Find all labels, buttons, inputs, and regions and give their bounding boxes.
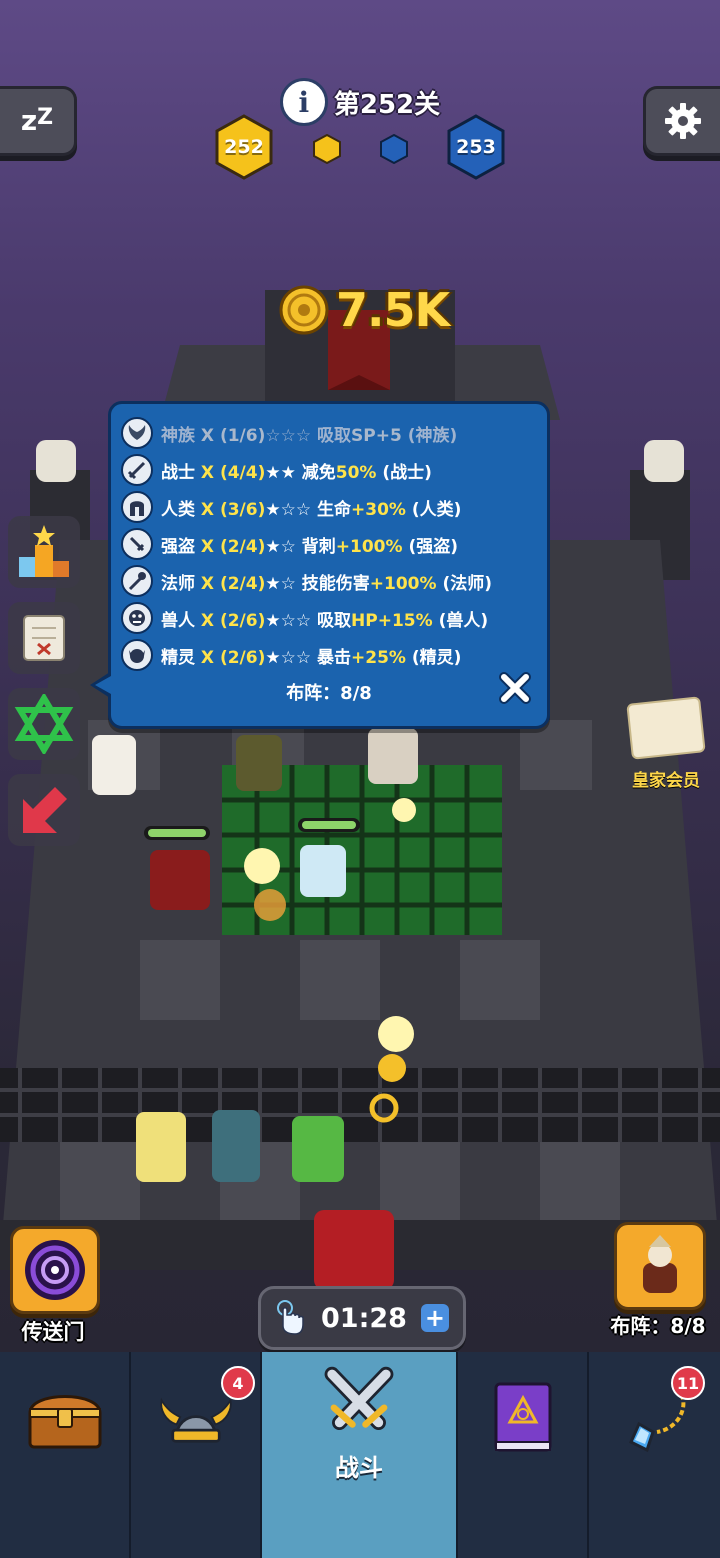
synergy-row-elf: 精灵 X (2/6)★☆☆ 暴击+25% (精灵) [121,638,461,672]
skull-left [36,440,76,482]
collapse-button[interactable] [8,774,80,846]
royal-card-icon [626,696,706,760]
dagger-icon [121,528,153,560]
hero-avatar-icon [643,1235,677,1293]
scroll-icon [23,615,65,661]
progress-hex-blue [380,134,408,164]
formation-button[interactable] [614,1222,706,1310]
synergy-row-bandit: 强盗 X (2/4)★☆ 背刺+100% (强盗) [121,527,458,561]
next-level-hex: 253 [446,114,506,180]
settings-button[interactable] [643,86,720,156]
royal-member-label: 皇家会员 [632,771,700,791]
nav-tab-items[interactable]: 11 [589,1352,720,1558]
nav-tab-codex[interactable] [458,1352,589,1558]
progress-hex-gold [313,134,341,164]
royal-member-button[interactable]: 皇家会员 [624,696,708,791]
treasure-chest-icon [27,1395,102,1449]
crossed-swords-icon [324,1366,394,1431]
skull-right [644,440,684,482]
bottom-nav: 4 战斗 11 [0,1352,720,1558]
formation-label: 布阵：8/8 [610,1314,706,1338]
synergy-row-human: 人类 X (3/6)★☆☆ 生命+30% (人类) [121,490,461,524]
nav-label-battle: 战斗 [335,1454,383,1482]
tap-hand-icon [277,1300,304,1335]
sword-icon [121,454,153,486]
ranking-button[interactable] [8,516,80,588]
tooltip-arrow-inner [95,676,111,694]
synergy-panel: 神族 X (1/6)☆☆☆ 吸取SP+5 (神族) 战士 X (4/4)★★ 减… [108,401,550,729]
synergy-button[interactable] [8,688,80,760]
add-time-button[interactable]: + [420,1304,449,1332]
portal-button[interactable] [10,1226,100,1314]
arrow-down-left-icon [23,787,67,833]
hexagram-icon [14,694,74,754]
spellbook-icon [494,1382,551,1452]
gear-icon [665,103,701,139]
current-level-hex: 252 [214,114,274,180]
synergy-row-orc: 兽人 X (2/6)★☆☆ 吸取HP+15% (兽人) [121,601,488,635]
synergy-row-god: 神族 X (1/6)☆☆☆ 吸取SP+5 (神族) [121,416,457,450]
viking-helmet-icon [159,1397,232,1443]
synergy-row-warrior: 战士 X (4/4)★★ 减免50% (战士) [121,453,432,487]
items-badge: 11 [671,1366,705,1400]
map-scroll-button[interactable] [8,602,80,674]
close-icon [499,672,531,704]
formation-count: 布阵：8/8 [286,683,372,704]
orc-face-icon [121,602,153,634]
coin-amount: 7.5K [336,283,450,337]
portal-icon [25,1240,85,1300]
trophy-podium-icon [19,525,69,577]
nav-tab-shop[interactable] [0,1352,131,1558]
nav-tab-battle[interactable]: 战斗 [262,1352,458,1558]
info-icon[interactable]: i [279,78,328,126]
wings-icon [121,417,153,449]
elf-face-icon [121,639,153,671]
portal-label: 传送门 [21,1320,85,1344]
helmet-icon [121,491,153,523]
close-button[interactable] [495,668,535,708]
coin-icon [279,285,329,335]
level-title: 第252关 [333,89,441,120]
timer-text: 01:28 [321,1302,407,1334]
coin-display: 7.5K [278,280,450,340]
level-header: i 第252关 [0,78,720,126]
staff-icon [121,565,153,597]
nav-tab-heroes[interactable]: 4 [131,1352,262,1558]
battle-timer: 01:28 + [258,1286,466,1350]
heroes-badge: 4 [221,1366,255,1400]
synergy-row-mage: 法师 X (2/4)★☆ 技能伤害+100% (法师) [121,564,492,598]
